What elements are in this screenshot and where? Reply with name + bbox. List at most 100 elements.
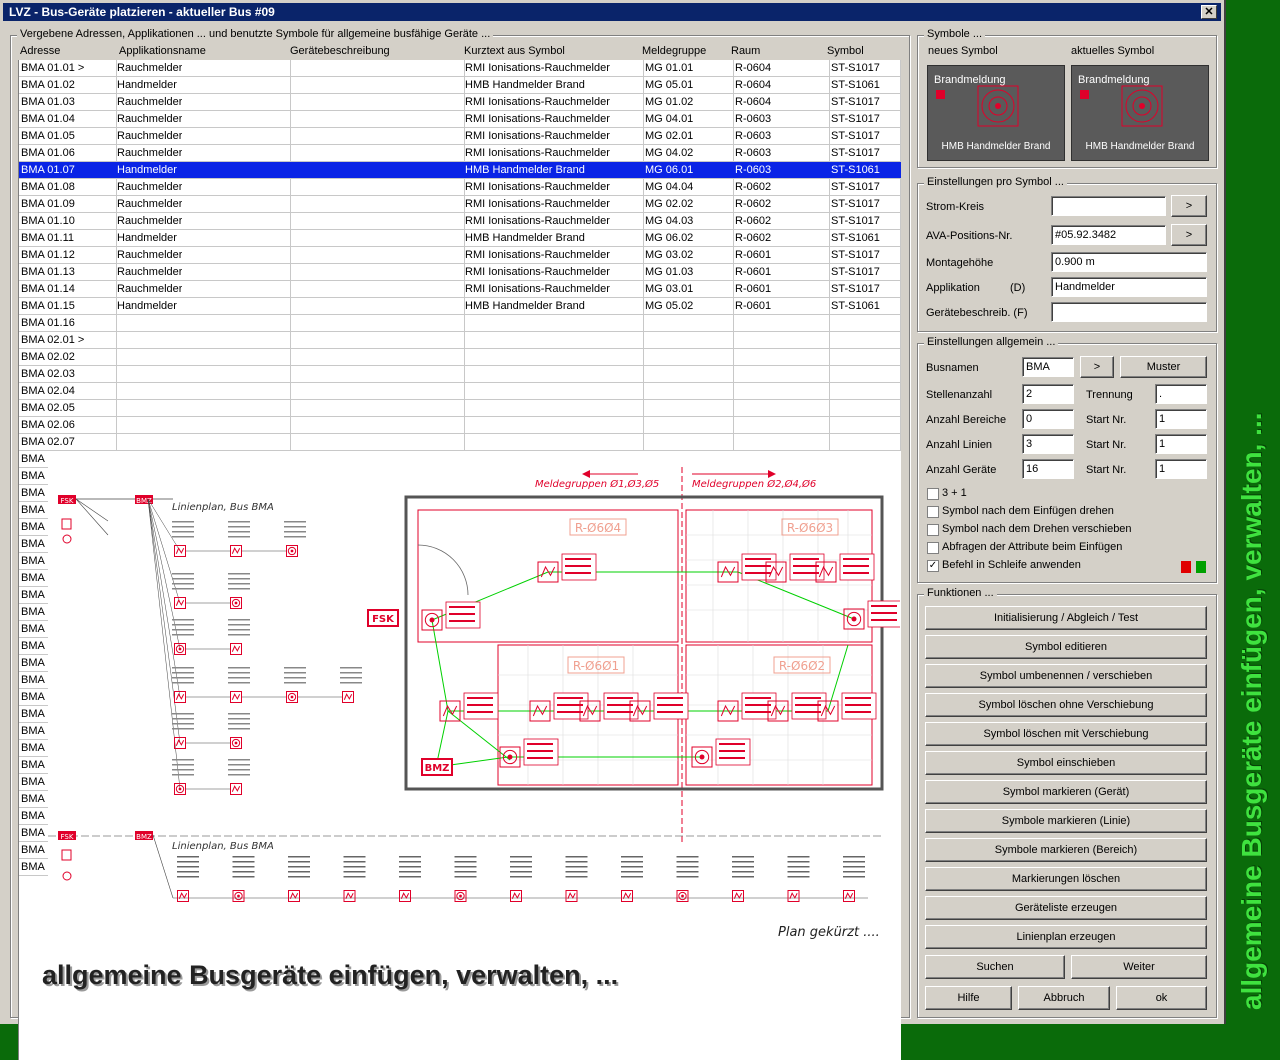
table-row[interactable]: BMA 01.03 Rauchmelder RMI Ionisations-Rauc…: [19, 94, 901, 111]
table-row[interactable]: BMA: [19, 468, 49, 485]
geraetebeschreib-field[interactable]: [1051, 302, 1207, 322]
table-cell: ST-S1061: [831, 79, 880, 91]
strom-kreis-field[interactable]: [1051, 196, 1166, 216]
function-button[interactable]: Initialisierung / Abgleich / Test: [925, 606, 1207, 630]
table-row[interactable]: BMA 02.05: [19, 400, 901, 417]
table-row[interactable]: BMA 01.10 Rauchmelder RMI Ionisations-Rauc…: [19, 213, 901, 230]
table-row[interactable]: BMA: [19, 689, 49, 706]
busnamen-field[interactable]: BMA: [1022, 357, 1074, 377]
table-row[interactable]: BMA 01.14 Rauchmelder RMI Ionisations-Rauc…: [19, 281, 901, 298]
col-header-applikation[interactable]: Applikationsname: [119, 45, 206, 57]
montagehoehe-field[interactable]: 0.900 m: [1051, 252, 1207, 272]
table-row[interactable]: BMA: [19, 842, 49, 859]
ava-browse-button[interactable]: >: [1171, 224, 1207, 246]
function-button[interactable]: Geräteliste erzeugen: [925, 896, 1207, 920]
start-bereiche-field[interactable]: 1: [1155, 409, 1207, 429]
table-cell: BMA: [21, 538, 45, 550]
busnamen-browse-button[interactable]: >: [1080, 356, 1114, 378]
new-symbol-preview[interactable]: Brandmeldung HMB Handmelder Brand: [927, 65, 1065, 161]
table-row[interactable]: BMA: [19, 485, 49, 502]
close-button[interactable]: ✕: [1201, 5, 1217, 19]
table-row[interactable]: BMA: [19, 655, 49, 672]
table-row[interactable]: BMA: [19, 757, 49, 774]
option-checkbox[interactable]: [927, 506, 939, 518]
table-row[interactable]: BMA: [19, 672, 49, 689]
linien-field[interactable]: 3: [1022, 434, 1074, 454]
table-row[interactable]: BMA: [19, 859, 49, 876]
table-row[interactable]: BMA 01.15 Handmelder HMB Handmelder Brand M…: [19, 298, 901, 315]
function-button[interactable]: Symbol einschieben: [925, 751, 1207, 775]
table-row[interactable]: BMA 01.16: [19, 315, 901, 332]
ava-field[interactable]: #05.92.3482: [1051, 225, 1166, 245]
table-row[interactable]: BMA 01.07 Handmelder HMB Handmelder Brand M…: [19, 162, 901, 179]
table-row[interactable]: BMA: [19, 519, 49, 536]
table-row[interactable]: BMA: [19, 774, 49, 791]
table-row[interactable]: BMA 01.01 > Rauchmelder RMI Ionisations-Ra…: [19, 60, 901, 77]
ok-button[interactable]: ok: [1116, 986, 1207, 1010]
table-row[interactable]: BMA: [19, 791, 49, 808]
table-row[interactable]: BMA: [19, 502, 49, 519]
table-row[interactable]: BMA 02.06: [19, 417, 901, 434]
geraete-field[interactable]: 16: [1022, 459, 1074, 479]
table-row[interactable]: BMA: [19, 587, 49, 604]
function-button[interactable]: Symbol umbenennen / verschieben: [925, 664, 1207, 688]
applikation-field[interactable]: Handmelder: [1051, 277, 1207, 297]
col-header-meldegruppe[interactable]: Meldegruppe: [642, 45, 706, 57]
table-row[interactable]: BMA 02.03: [19, 366, 901, 383]
table-row[interactable]: BMA 01.02 Handmelder HMB Handmelder Brand M…: [19, 77, 901, 94]
function-button[interactable]: Symbol markieren (Gerät): [925, 780, 1207, 804]
table-row[interactable]: BMA 01.13 Rauchmelder RMI Ionisations-Rauc…: [19, 264, 901, 281]
abbruch-button[interactable]: Abbruch: [1018, 986, 1110, 1010]
table-row[interactable]: BMA: [19, 621, 49, 638]
table-row[interactable]: BMA: [19, 536, 49, 553]
option-checkbox[interactable]: [927, 488, 939, 500]
option-checkbox[interactable]: [927, 524, 939, 536]
option-checkbox[interactable]: ✓: [927, 560, 939, 572]
col-header-raum[interactable]: Raum: [731, 45, 760, 57]
col-header-symbol[interactable]: Symbol: [827, 45, 864, 57]
table-row[interactable]: BMA: [19, 638, 49, 655]
table-row[interactable]: BMA: [19, 706, 49, 723]
start-linien-field[interactable]: 1: [1155, 434, 1207, 454]
table-row[interactable]: BMA: [19, 740, 49, 757]
table-row[interactable]: BMA: [19, 825, 49, 842]
stellenanzahl-field[interactable]: 2: [1022, 384, 1074, 404]
trennung-field[interactable]: .: [1155, 384, 1207, 404]
table-row[interactable]: BMA 02.01 >: [19, 332, 901, 349]
col-header-geraetebeschreibung[interactable]: Gerätebeschreibung: [290, 45, 390, 57]
col-header-adresse[interactable]: Adresse: [20, 45, 60, 57]
table-row[interactable]: BMA: [19, 570, 49, 587]
table-row[interactable]: BMA 01.09 Rauchmelder RMI Ionisations-Rauc…: [19, 196, 901, 213]
function-button[interactable]: Symbol löschen mit Verschiebung: [925, 722, 1207, 746]
function-button[interactable]: Symbol editieren: [925, 635, 1207, 659]
function-button[interactable]: Markierungen löschen: [925, 867, 1207, 891]
start-geraete-field[interactable]: 1: [1155, 459, 1207, 479]
table-row[interactable]: BMA: [19, 604, 49, 621]
table-row[interactable]: BMA 02.04: [19, 383, 901, 400]
function-button[interactable]: Symbole markieren (Bereich): [925, 838, 1207, 862]
function-button[interactable]: Linienplan erzeugen: [925, 925, 1207, 949]
table-row[interactable]: BMA 01.06 Rauchmelder RMI Ionisations-Rauc…: [19, 145, 901, 162]
function-button[interactable]: Symbole markieren (Linie): [925, 809, 1207, 833]
table-row[interactable]: BMA 02.02: [19, 349, 901, 366]
suchen-button[interactable]: Suchen: [925, 955, 1065, 979]
table-row[interactable]: BMA 01.04 Rauchmelder RMI Ionisations-Rauc…: [19, 111, 901, 128]
weiter-button[interactable]: Weiter: [1071, 955, 1207, 979]
strom-kreis-browse-button[interactable]: >: [1171, 195, 1207, 217]
table-row[interactable]: BMA 01.05 Rauchmelder RMI Ionisations-Rauc…: [19, 128, 901, 145]
table-row[interactable]: BMA: [19, 553, 49, 570]
table-row[interactable]: BMA 01.08 Rauchmelder RMI Ionisations-Rauc…: [19, 179, 901, 196]
table-row[interactable]: BMA: [19, 808, 49, 825]
col-header-kurztext[interactable]: Kurztext aus Symbol: [464, 45, 565, 57]
hilfe-button[interactable]: Hilfe: [925, 986, 1012, 1010]
option-checkbox[interactable]: [927, 542, 939, 554]
address-table[interactable]: Adresse Applikationsname Gerätebeschreib…: [18, 44, 901, 1060]
muster-button[interactable]: Muster: [1120, 356, 1207, 378]
table-row[interactable]: BMA 01.12 Rauchmelder RMI Ionisations-Rauc…: [19, 247, 901, 264]
function-button[interactable]: Symbol löschen ohne Verschiebung: [925, 693, 1207, 717]
bereiche-field[interactable]: 0: [1022, 409, 1074, 429]
table-row[interactable]: BMA: [19, 723, 49, 740]
table-row[interactable]: BMA: [19, 451, 49, 468]
table-row[interactable]: BMA 02.07: [19, 434, 901, 451]
table-row[interactable]: BMA 01.11 Handmelder HMB Handmelder Brand M…: [19, 230, 901, 247]
